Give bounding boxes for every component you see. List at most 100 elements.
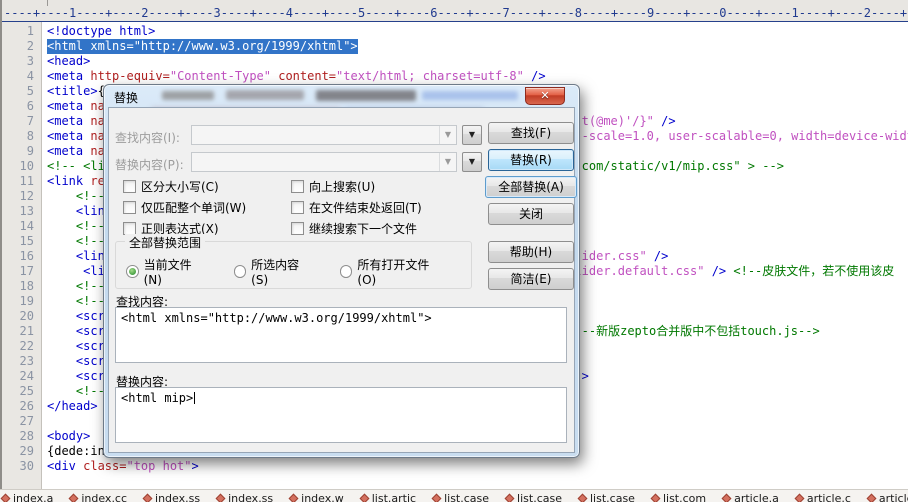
line-number: 18 bbox=[0, 279, 34, 294]
line-number: 7 bbox=[0, 114, 34, 129]
text-caret bbox=[194, 392, 195, 404]
line-number: 2 bbox=[0, 39, 34, 54]
code-text: <!-- bbox=[47, 384, 105, 399]
checkbox-label: 仅匹配整个单词(W) bbox=[141, 199, 246, 216]
code-text: <scr bbox=[47, 354, 105, 369]
code-line[interactable]: 4<meta http-equiv="Content-Type" content… bbox=[0, 69, 908, 84]
code-text: {dede:in bbox=[47, 444, 105, 459]
radio-icon[interactable] bbox=[340, 265, 353, 278]
checkbox-icon[interactable] bbox=[291, 201, 304, 214]
line-number: 19 bbox=[0, 294, 34, 309]
document-tab-label: article.c bbox=[879, 492, 908, 502]
replace-all-button[interactable]: 全部替换(A) bbox=[485, 176, 577, 198]
checkbox-label: 向上搜索(U) bbox=[309, 178, 375, 195]
document-tab[interactable]: article.a bbox=[723, 492, 779, 502]
document-tab-label: index.w bbox=[301, 492, 344, 502]
file-icon bbox=[289, 494, 299, 502]
censor-blur bbox=[226, 90, 304, 100]
find-what-combobox[interactable]: ▼ bbox=[191, 125, 457, 145]
code-text: <!-- bbox=[47, 294, 105, 309]
line-number: 21 bbox=[0, 324, 34, 339]
options-left-column: 区分大小写(C)仅匹配整个单词(W)正则表达式(X) bbox=[123, 176, 246, 239]
document-tab[interactable]: list.case bbox=[433, 492, 489, 502]
replace-history-button[interactable]: ▼ bbox=[462, 152, 482, 172]
dialog-body: 查找内容(I): ▼ ▼ 替换内容(P): ▼ ▼ 查找(F) 替换(R) 全部… bbox=[108, 107, 575, 453]
concise-button[interactable]: 简洁(E) bbox=[488, 268, 574, 290]
document-tab-label: article.a bbox=[734, 492, 779, 502]
dialog-titlebar[interactable]: 替换 ✕ bbox=[104, 85, 579, 107]
document-tab[interactable]: list.case bbox=[506, 492, 562, 502]
line-number: 1 bbox=[0, 24, 34, 39]
replace-button[interactable]: 替换(R) bbox=[488, 149, 574, 171]
line-number: 10 bbox=[0, 159, 34, 174]
code-text: <scr bbox=[47, 309, 105, 324]
line-number: 28 bbox=[0, 429, 34, 444]
document-tab[interactable]: index.a bbox=[2, 492, 53, 502]
line-number: 30 bbox=[0, 459, 34, 474]
line-number: 22 bbox=[0, 339, 34, 354]
option-checkbox[interactable]: 仅匹配整个单词(W) bbox=[123, 197, 246, 218]
window-left-border bbox=[0, 0, 2, 489]
code-line[interactable]: 1 <!doctype html> bbox=[0, 24, 908, 39]
document-tab[interactable]: index.w bbox=[290, 492, 344, 502]
line-number: 6 bbox=[0, 99, 34, 114]
checkbox-icon[interactable] bbox=[291, 222, 304, 235]
radio-label: 所有打开文件(O) bbox=[357, 256, 445, 287]
option-checkbox[interactable]: 继续搜索下一个文件 bbox=[291, 218, 422, 239]
line-number: 13 bbox=[0, 204, 34, 219]
document-tab[interactable]: list.artic bbox=[361, 492, 416, 502]
document-tab[interactable]: list.case bbox=[579, 492, 635, 502]
document-tab[interactable]: index.ss bbox=[144, 492, 200, 502]
file-icon bbox=[722, 494, 732, 502]
document-tab[interactable]: index.cc bbox=[70, 492, 127, 502]
close-button[interactable]: 关闭 bbox=[488, 203, 574, 225]
close-icon[interactable]: ✕ bbox=[525, 87, 565, 105]
replace-content-textarea[interactable]: <html mip> bbox=[115, 387, 567, 443]
find-history-button[interactable]: ▼ bbox=[462, 125, 482, 145]
code-text: <!-- bbox=[47, 219, 105, 234]
scope-radio[interactable]: 当前文件(N) bbox=[126, 256, 208, 287]
line-number: 15 bbox=[0, 234, 34, 249]
checkbox-icon[interactable] bbox=[123, 201, 136, 214]
document-tab[interactable]: article.c bbox=[796, 492, 851, 502]
replace-scope-group: 全部替换范围 当前文件(N)所选内容(S)所有打开文件(O) bbox=[115, 241, 472, 289]
code-text: <meta na bbox=[47, 144, 105, 159]
find-button[interactable]: 查找(F) bbox=[488, 122, 574, 144]
code-line[interactable]: 3<head> bbox=[0, 54, 908, 69]
checkbox-icon[interactable] bbox=[123, 180, 136, 193]
document-tab[interactable]: index.ss bbox=[217, 492, 273, 502]
line-number: 14 bbox=[0, 219, 34, 234]
line-number: 11 bbox=[0, 174, 34, 189]
document-tab[interactable]: article.c bbox=[868, 492, 908, 502]
find-content-textarea[interactable]: <html xmlns="http://www.w3.org/1999/xhtm… bbox=[115, 307, 567, 363]
code-text: <!doctype html> bbox=[47, 24, 155, 39]
option-checkbox[interactable]: 区分大小写(C) bbox=[123, 176, 246, 197]
censor-blur bbox=[316, 90, 416, 101]
code-text: <scr bbox=[47, 339, 105, 354]
selected-code-text: <html xmlns="http://www.w3.org/1999/xhtm… bbox=[47, 39, 358, 54]
replace-with-combobox[interactable]: ▼ bbox=[191, 152, 457, 172]
chevron-down-icon: ▼ bbox=[439, 153, 456, 171]
checkbox-icon[interactable] bbox=[291, 180, 304, 193]
line-number: 29 bbox=[0, 444, 34, 459]
document-tab-label: index.ss bbox=[155, 492, 200, 502]
file-icon bbox=[794, 494, 804, 502]
censor-blur bbox=[162, 91, 214, 100]
code-line[interactable]: 2 <html xmlns="http://www.w3.org/1999/xht… bbox=[0, 39, 908, 54]
line-number: 24 bbox=[0, 369, 34, 384]
option-checkbox[interactable]: 向上搜索(U) bbox=[291, 176, 422, 197]
code-line[interactable]: 30<div class="top hot"> bbox=[0, 459, 908, 474]
radio-icon[interactable] bbox=[126, 265, 139, 278]
code-text: <!-- bbox=[47, 234, 105, 249]
document-tabbar: index.a index.cc index.ss index.ss index.w li… bbox=[0, 489, 908, 502]
file-icon bbox=[432, 494, 442, 502]
radio-icon[interactable] bbox=[234, 265, 247, 278]
file-icon bbox=[866, 494, 876, 502]
line-number: 4 bbox=[0, 69, 34, 84]
scope-radio[interactable]: 所选内容(S) bbox=[234, 256, 314, 287]
document-tab[interactable]: list.com bbox=[652, 492, 706, 502]
code-text: <title>{ bbox=[47, 84, 105, 99]
option-checkbox[interactable]: 在文件结束处返回(T) bbox=[291, 197, 422, 218]
scope-radio[interactable]: 所有打开文件(O) bbox=[340, 256, 445, 287]
help-button[interactable]: 帮助(H) bbox=[488, 241, 574, 263]
